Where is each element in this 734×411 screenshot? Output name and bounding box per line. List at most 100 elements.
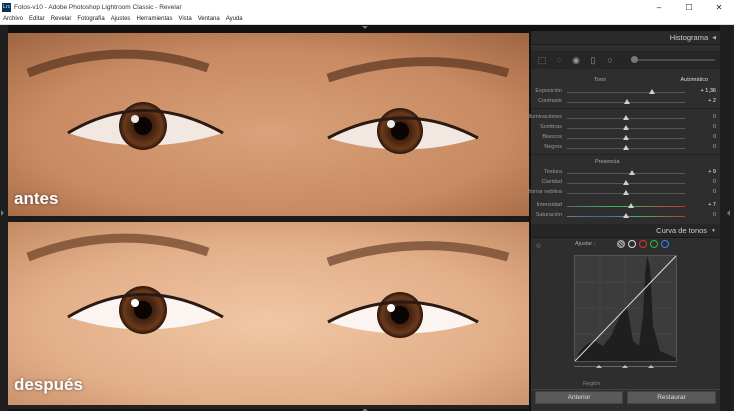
slider-knob[interactable] [623,115,629,120]
red-channel-icon[interactable] [639,240,647,248]
spot-removal-icon[interactable]: ◌ [552,54,566,66]
contrast-slider[interactable]: Contraste + 2 [531,97,720,107]
blacks-slider[interactable]: Negros 0 [531,143,720,153]
slider-knob[interactable] [648,89,655,94]
slider-value[interactable]: + 7 [708,202,716,208]
after-label: después [14,375,83,394]
menu-ventana[interactable]: Ventana [195,16,223,22]
divider [531,154,720,155]
saturation-slider[interactable]: Saturación 0 [531,211,720,221]
previous-button[interactable]: Anterior [535,391,623,404]
expand-left-icon[interactable] [1,210,7,216]
slider-track[interactable] [567,206,685,207]
slider-track[interactable] [567,92,685,93]
minimize-button[interactable]: – [644,0,674,14]
slider-knob[interactable] [623,213,629,218]
graduated-filter-icon[interactable]: ▯ [586,54,600,66]
slider-value[interactable]: 0 [713,134,716,140]
slider-knob[interactable] [623,190,629,195]
exposure-slider[interactable]: Exposición + 1,36 [531,87,720,97]
slider-value[interactable]: 0 [713,114,716,120]
left-panel-collapsed[interactable] [0,25,8,411]
slider-label: Intensidad [536,202,562,208]
vibrance-slider[interactable]: Intensidad + 7 [531,201,720,211]
highlights-slider[interactable]: Iluminaciones 0 [528,113,720,123]
slider-knob[interactable] [623,135,629,140]
slider-value[interactable]: + 1,36 [701,88,716,94]
tool-slider[interactable] [631,56,715,63]
slider-knob[interactable] [623,125,629,130]
channel-selector [617,240,672,248]
before-photo: antes [8,33,529,216]
menu-fotografia[interactable]: Fotografía [74,16,107,22]
presencia-label: Presencia [595,159,620,165]
split-point-icon[interactable] [596,362,602,368]
slider-label: Negros [544,144,562,150]
split-point-icon[interactable] [648,362,654,368]
slider-knob[interactable] [628,170,635,175]
slider-label: Blancos [542,134,562,140]
slider-knob[interactable] [624,99,631,104]
split-point-icon[interactable] [622,362,628,368]
slider-track[interactable] [567,173,685,174]
radial-filter-icon[interactable]: ○ [603,54,617,66]
expand-arrow-icon[interactable]: ▼ [711,228,716,234]
tone-curve-graph[interactable] [574,255,677,362]
slider-value[interactable]: 0 [713,179,716,185]
slider-value[interactable]: 0 [713,212,716,218]
target-adjust-icon[interactable]: ◎ [536,243,541,249]
menu-editar[interactable]: Editar [26,16,48,22]
before-after-viewer: antes después [8,33,529,409]
collapse-arrow-icon[interactable]: ◀ [712,35,716,41]
develop-panel: Histograma ◀ ⬚ ◌ ◉ ▯ ○ Tono Automático E… [527,31,720,411]
expand-top-icon[interactable] [362,26,368,32]
right-panel-scroll[interactable] [720,25,734,411]
menu-herramientas[interactable]: Herramientas [133,16,175,22]
adjust-label: Ajustar : [575,241,596,247]
app-window: Lrc Fotos-v10 - Adobe Photoshop Lightroo… [0,0,734,411]
lightroom-logo-icon: Lrc [2,2,11,12]
window-title: Fotos-v10 - Adobe Photoshop Lightroom Cl… [14,3,182,11]
collapse-right-icon[interactable] [724,210,730,216]
rgb-channel-icon[interactable] [628,240,636,248]
slider-label: Contraste [538,98,562,104]
slider-knob[interactable] [623,145,629,150]
menu-ajustes[interactable]: Ajustes [108,16,134,22]
crop-icon[interactable]: ⬚ [535,54,549,66]
dehaze-slider[interactable]: Borrar neblina 0 [527,188,720,198]
slider-knob[interactable] [623,180,629,185]
slider-label: Iluminaciones [528,114,562,120]
clarity-slider[interactable]: Claridad 0 [531,178,720,188]
slider-value[interactable]: + 9 [708,169,716,175]
tone-curve-title: Curva de tonos [656,226,708,235]
slider-value[interactable]: + 2 [708,98,716,104]
blue-channel-icon[interactable] [661,240,669,248]
menu-revelar[interactable]: Revelar [48,16,75,22]
menu-vista[interactable]: Vista [175,16,194,22]
menu-bar: Archivo Editar Revelar Fotografía Ajuste… [0,14,734,25]
divider [531,389,720,390]
red-eye-icon[interactable]: ◉ [569,54,583,66]
slider-value[interactable]: 0 [713,144,716,150]
menu-ayuda[interactable]: Ayuda [223,16,246,22]
reset-button[interactable]: Restaurar [627,391,716,404]
parametric-curve-icon[interactable] [617,240,625,248]
curve-split-sliders[interactable] [574,363,677,369]
region-label: Región [583,381,601,387]
menu-archivo[interactable]: Archivo [0,16,26,22]
divider [531,108,720,109]
maximize-button[interactable]: ☐ [674,0,704,14]
histogram-header[interactable]: Histograma ◀ [531,31,720,45]
close-button[interactable]: ✕ [704,0,734,14]
auto-button[interactable]: Automático [680,77,708,83]
texture-slider[interactable]: Textura + 9 [531,168,720,178]
slider-value[interactable]: 0 [713,189,716,195]
green-channel-icon[interactable] [650,240,658,248]
slider-label: Textura [543,169,562,175]
slider-knob[interactable] [627,203,634,208]
slider-value[interactable]: 0 [713,124,716,130]
tone-curve-header[interactable]: Curva de tonos ▼ [531,224,720,238]
whites-slider[interactable]: Blancos 0 [531,133,720,143]
workspace: antes después Histograma ◀ ⬚ ◌ ◉ ▯ ○ Ton… [0,25,734,411]
shadows-slider[interactable]: Sombras 0 [531,123,720,133]
